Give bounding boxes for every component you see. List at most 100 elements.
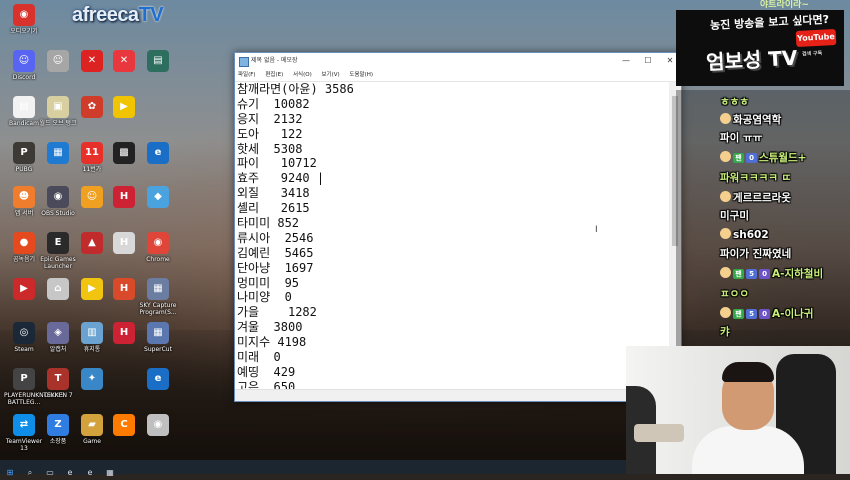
app-icon: ✕ bbox=[81, 50, 103, 72]
minimize-button[interactable]: — bbox=[615, 53, 637, 69]
taskbar: ⊞ ⌕ ▭ e e ▦ bbox=[0, 460, 626, 477]
desktop-icon[interactable]: ▤ bbox=[138, 50, 178, 74]
desktop-icon[interactable]: ◉ 오디오기기 bbox=[4, 4, 44, 35]
app-icon: ⇄ bbox=[13, 414, 35, 436]
notepad-task-icon[interactable]: ▦ bbox=[100, 466, 120, 480]
app-icon: H bbox=[113, 232, 135, 254]
notepad-titlebar[interactable]: 제목 없음 - 메모장 — ☐ ✕ bbox=[235, 53, 681, 69]
app-icon: ☺ bbox=[13, 50, 35, 72]
streamer-body bbox=[692, 426, 804, 474]
app-icon: Z bbox=[47, 414, 69, 436]
horizontal-scrollbar[interactable] bbox=[235, 389, 681, 401]
desktop-icon-label: PUBG bbox=[15, 166, 33, 173]
notepad-window[interactable]: 제목 없음 - 메모장 — ☐ ✕ 파일(F) 편집(E) 서식(O) 보기(V) … bbox=[234, 52, 682, 402]
app-icon: H bbox=[113, 186, 135, 208]
app-icon: H bbox=[113, 322, 135, 344]
search-icon[interactable]: ⌕ bbox=[20, 466, 40, 480]
ie-icon[interactable]: e bbox=[80, 466, 100, 480]
maximize-button[interactable]: ☐ bbox=[637, 53, 659, 69]
menu-help[interactable]: 도움말(H) bbox=[349, 72, 373, 78]
menu-file[interactable]: 파일(F) bbox=[238, 72, 256, 78]
app-icon: ☺ bbox=[81, 186, 103, 208]
menu-view[interactable]: 보기(V) bbox=[321, 72, 339, 78]
app-icon: ✿ bbox=[81, 96, 103, 118]
desktop-icon-label: Bandicam bbox=[9, 120, 39, 127]
notepad-menubar: 파일(F) 편집(E) 서식(O) 보기(V) 도움말(H) bbox=[235, 69, 681, 82]
desktop-icon-label: 11번가 bbox=[82, 166, 102, 173]
desktop-icon[interactable]: ◉ bbox=[138, 414, 178, 438]
chat-message-text: 스튜월드+ bbox=[759, 152, 807, 164]
notepad-text-line: 류시아 2546 bbox=[237, 230, 314, 245]
notepad-title: 제목 없음 - 메모장 bbox=[251, 57, 298, 64]
app-icon: ▣ bbox=[47, 96, 69, 118]
ibeam-cursor-icon: I bbox=[595, 225, 598, 235]
chat-message-text: 미구미 bbox=[720, 210, 749, 222]
desktop-icon[interactable]: ✦ bbox=[72, 368, 112, 392]
user-avatar-icon bbox=[720, 267, 731, 278]
notepad-text-line: 셸리 2615 bbox=[237, 201, 310, 216]
notepad-text-line: 타미미 852 bbox=[237, 216, 300, 231]
chat-message-text: A-이나귀 bbox=[772, 308, 814, 320]
app-icon: ◉ bbox=[47, 186, 69, 208]
chat-message-text: 파워ㅋㅋㅋㅋ ㄸ bbox=[720, 172, 792, 184]
notepad-text-line: 파이 10712 bbox=[237, 156, 317, 171]
notepad-text-line: 슈기 10082 bbox=[237, 96, 310, 111]
edge-icon[interactable]: e bbox=[60, 466, 80, 480]
desktop-icon-label: TeamViewer 13 bbox=[5, 438, 43, 452]
app-icon: e bbox=[147, 368, 169, 390]
desktop-icon-label: 오디오기기 bbox=[10, 28, 38, 35]
app-icon: ☺ bbox=[47, 50, 69, 72]
desktop-icon[interactable]: ◉ Chrome bbox=[138, 232, 178, 263]
chat-badge-icon: 0 bbox=[746, 153, 757, 163]
desktop-icon[interactable]: ▦ SKY Capture Program(S... bbox=[138, 278, 178, 316]
app-icon: ◉ bbox=[147, 232, 169, 254]
user-avatar-icon bbox=[720, 151, 731, 162]
chat-badge-icon: 5 bbox=[746, 269, 757, 279]
notepad-text-line: 효주 9240 | bbox=[237, 171, 325, 186]
desktop-icon[interactable]: ▦ SuperCut bbox=[138, 322, 178, 353]
webcam-feed bbox=[626, 346, 850, 474]
user-avatar-icon bbox=[720, 191, 731, 202]
start-button-icon[interactable]: ⊞ bbox=[0, 466, 20, 480]
desktop-icon-label: Game bbox=[83, 438, 101, 445]
app-icon: ● bbox=[13, 232, 35, 254]
app-icon: ▤ bbox=[147, 50, 169, 72]
chat-message-text: ㅎㅎㅎ bbox=[720, 96, 749, 108]
notepad-text-line: 미래 0 bbox=[237, 350, 281, 365]
desktop-icon[interactable]: e bbox=[138, 142, 178, 166]
desktop-icon-grid: ◉ 오디오기기 ☺ Discord ▤ Bandicam P PUBG ☻ 앱 서버 ● 곰녹음기 ▶ ◎… bbox=[0, 0, 177, 460]
desktop-icon[interactable]: ◆ bbox=[138, 186, 178, 210]
chat-message: 화공염역학 bbox=[720, 112, 781, 127]
chat-message: 팬 0 스튜월드+ bbox=[720, 150, 806, 165]
app-icon: ▶ bbox=[113, 96, 135, 118]
desktop-icon[interactable]: ▶ bbox=[104, 96, 144, 120]
app-icon: C bbox=[113, 414, 135, 436]
chat-message-text: 파이가 진짜였네 bbox=[720, 248, 792, 260]
app-icon: ◎ bbox=[13, 322, 35, 344]
chat-message: 캬 bbox=[720, 324, 730, 339]
app-icon: ▥ bbox=[81, 322, 103, 344]
menu-edit[interactable]: 편집(E) bbox=[265, 72, 283, 78]
notepad-text-line: 도아 122 bbox=[237, 126, 303, 141]
notepad-text-line: 응지 2132 bbox=[237, 111, 303, 126]
desktop-icon[interactable]: e bbox=[138, 368, 178, 392]
chat-message: sh602 bbox=[720, 228, 769, 241]
task-view-icon[interactable]: ▭ bbox=[40, 466, 60, 480]
user-avatar-icon bbox=[720, 113, 731, 124]
chat-message: 파이가 진짜였네 bbox=[720, 246, 791, 261]
chat-message: ㅍㅇㅇ bbox=[720, 286, 749, 301]
app-icon: ▦ bbox=[147, 278, 169, 300]
notepad-text-line: 멍미미 95 bbox=[237, 275, 300, 290]
chat-message-text: 파이 ㅠㅠ bbox=[720, 132, 763, 144]
menu-format[interactable]: 서식(O) bbox=[293, 72, 312, 78]
notepad-text-line: 외질 3418 bbox=[237, 186, 310, 201]
chat-overflow-text: 야트라이라~ bbox=[760, 0, 809, 10]
notepad-text-line: 김예린 5465 bbox=[237, 245, 314, 260]
chat-message: 파워ㅋㅋㅋㅋ ㄸ bbox=[720, 170, 791, 185]
app-icon: P bbox=[13, 142, 35, 164]
notepad-text-line: 겨울 3800 bbox=[237, 320, 303, 335]
app-icon: ◉ bbox=[147, 414, 169, 436]
notepad-text-area[interactable]: 참깨라면(아윤) 3586 슈기 10082 응지 2132 도아 122 핫세 530… bbox=[235, 82, 669, 390]
chat-badge-icon: 팬 bbox=[733, 269, 744, 279]
youtube-logo: YouTube bbox=[795, 28, 837, 48]
